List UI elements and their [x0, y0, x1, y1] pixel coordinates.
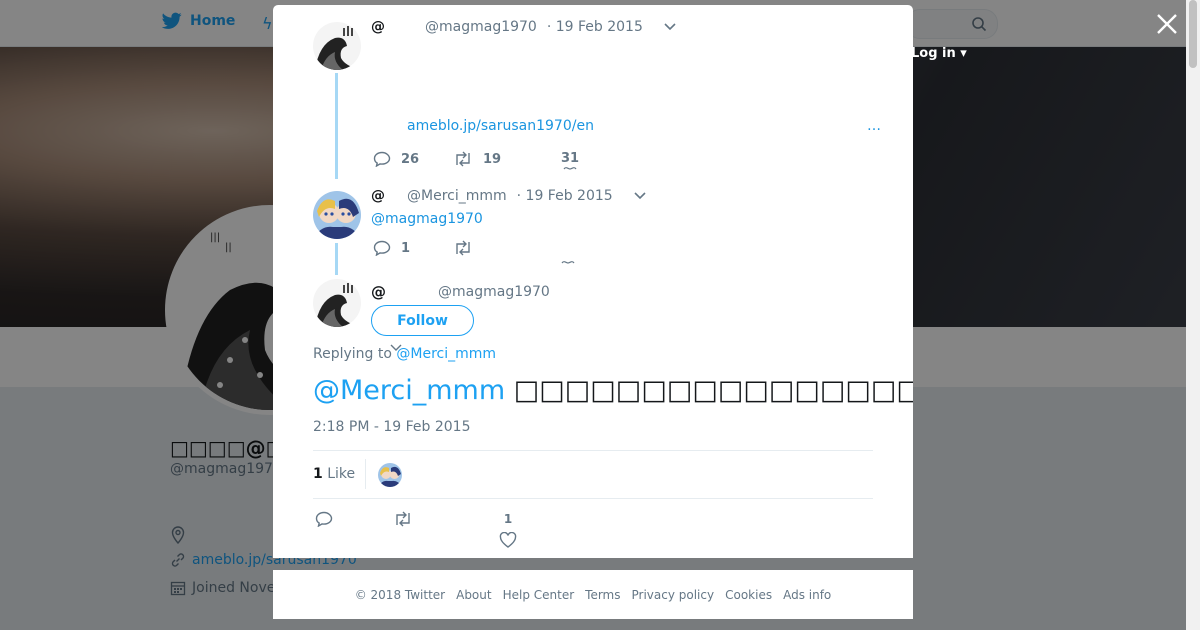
- heart-icon: [563, 167, 577, 170]
- thread-line: [335, 73, 338, 179]
- retweet-action[interactable]: 19: [453, 151, 501, 167]
- close-icon[interactable]: [1155, 12, 1179, 36]
- modal-footer: © 2018 Twitter About Help Center Terms P…: [273, 570, 913, 619]
- tweet-author-name[interactable]: @: [371, 188, 385, 204]
- like-action[interactable]: 31: [561, 151, 579, 171]
- retweet-action[interactable]: [393, 511, 413, 527]
- avatar[interactable]: [313, 191, 361, 239]
- tweet-author-handle[interactable]: @magmag1970: [438, 284, 550, 300]
- reply-icon: [373, 240, 391, 256]
- tweet-link[interactable]: ameblo.jp/sarusan1970/en: [407, 118, 594, 134]
- reply-action[interactable]: 1: [373, 240, 410, 256]
- tweet-text: @Merci_mmm □□□□□□□□□□□□□□□□□□□□□□□□□□□□□…: [313, 373, 913, 408]
- heart-icon: [499, 532, 517, 548]
- tweet-author-name[interactable]: @: [371, 19, 385, 35]
- tweet-mention[interactable]: @Merci_mmm: [313, 375, 505, 406]
- avatar[interactable]: [313, 22, 361, 70]
- replying-to-user[interactable]: @Merci_mmm: [396, 346, 496, 362]
- tweet-mention[interactable]: @magmag1970: [371, 211, 483, 227]
- like-action[interactable]: 1: [499, 512, 517, 548]
- reply-icon: [315, 511, 333, 527]
- liker-avatar[interactable]: [378, 463, 402, 487]
- footer-link-terms[interactable]: Terms: [585, 588, 620, 602]
- follow-button[interactable]: Follow: [371, 305, 474, 336]
- like-action[interactable]: [561, 260, 575, 265]
- login-dropdown[interactable]: Log in ▾: [911, 46, 967, 61]
- stats-divider: [365, 459, 366, 489]
- thread-line: [335, 243, 338, 275]
- footer-link-ads[interactable]: Ads info: [783, 588, 831, 602]
- tweet-text-body: □□□□□□□□□□□□□□□□□□□□□□□□□□□□□□□□□□□□□□: [513, 375, 913, 406]
- footer-link-about[interactable]: About: [456, 588, 491, 602]
- reply-count: 26: [401, 151, 420, 167]
- footer-link-privacy[interactable]: Privacy policy: [632, 588, 715, 602]
- footer-link-help[interactable]: Help Center: [503, 588, 575, 602]
- heart-icon: [561, 261, 575, 264]
- like-stat-count: 1: [313, 466, 323, 482]
- reply-action[interactable]: [315, 511, 333, 527]
- tweet-header: @ @Merci_mmm · 19 Feb 2015: [371, 188, 647, 204]
- tweet-body: @magmag1970: [371, 208, 483, 227]
- retweet-icon: [396, 511, 410, 527]
- footer-copyright: © 2018 Twitter: [354, 587, 446, 602]
- chevron-down-icon[interactable]: [663, 22, 677, 32]
- chevron-down-icon[interactable]: [633, 191, 647, 201]
- retweet-action[interactable]: [453, 240, 473, 256]
- retweet-icon: [456, 151, 470, 167]
- scrollbar-thumb[interactable]: [1189, 0, 1197, 68]
- retweet-count: 19: [483, 151, 502, 167]
- tweet-timestamp[interactable]: 2:18 PM - 19 Feb 2015: [313, 419, 471, 435]
- footer-link-cookies[interactable]: Cookies: [725, 588, 772, 602]
- like-count: 1: [503, 512, 513, 526]
- tweet-author-handle[interactable]: @Merci_mmm: [407, 188, 507, 204]
- retweet-icon: [456, 240, 470, 256]
- tweet-header: @ @magmag1970 · 19 Feb 2015: [371, 19, 677, 35]
- tweet-ellipsis: …: [867, 118, 881, 134]
- like-stat[interactable]: 1 Like: [313, 466, 355, 482]
- tweet-body: ameblo.jp/sarusan1970/en …: [407, 118, 881, 134]
- tweet-date[interactable]: · 19 Feb 2015: [547, 19, 643, 35]
- tweet-author-name[interactable]: @: [371, 283, 386, 301]
- like-stat-label: Like: [327, 466, 356, 482]
- tweet-date[interactable]: · 19 Feb 2015: [517, 188, 613, 204]
- tweet-header: @ @magmag1970: [371, 283, 550, 301]
- tweet-author-handle[interactable]: @magmag1970: [425, 19, 537, 35]
- avatar[interactable]: [313, 279, 361, 327]
- reply-count: 1: [401, 240, 411, 256]
- tweet-permalink-modal: @ @magmag1970 · 19 Feb 2015 ameblo.jp/sa…: [273, 5, 913, 558]
- tweet-stats: 1 Like: [313, 450, 873, 499]
- page-scrollbar[interactable]: [1186, 0, 1200, 630]
- replying-to: Replying to @Merci_mmm: [313, 346, 496, 362]
- replying-to-label: Replying to: [313, 346, 392, 362]
- like-count: 31: [561, 151, 580, 166]
- reply-icon: [373, 151, 391, 167]
- reply-action[interactable]: 26: [373, 151, 419, 167]
